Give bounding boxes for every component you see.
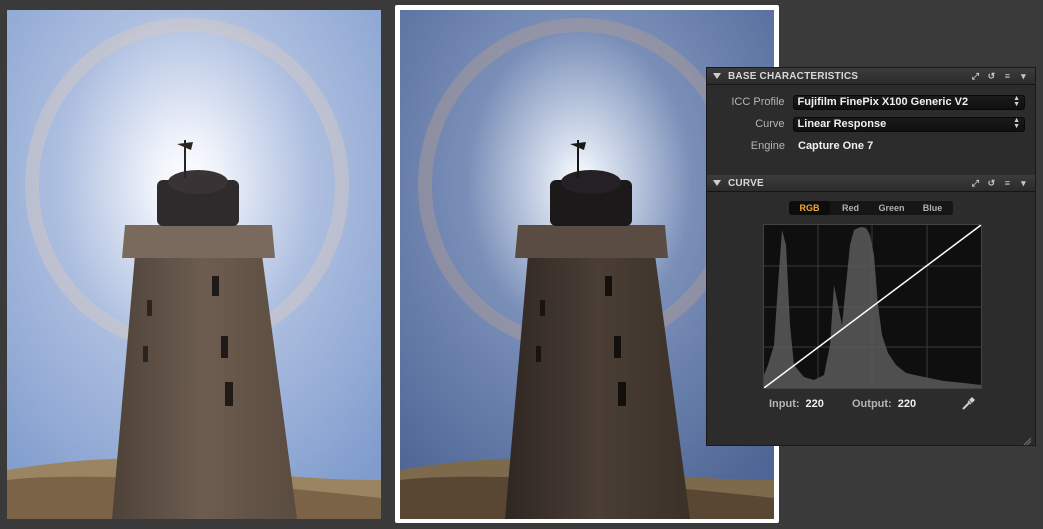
curve-header[interactable]: CURVE ⤢ ↺ ≡ ▾	[707, 175, 1035, 192]
menu-icon[interactable]: ≡	[1003, 178, 1012, 188]
base-characteristics-title: BASE CHARACTERISTICS	[728, 70, 859, 82]
reset-icon[interactable]: ↺	[987, 71, 996, 81]
tab-blue[interactable]: Blue	[912, 201, 953, 215]
tool-panel: BASE CHARACTERISTICS ⤢ ↺ ≡ ▾ ICC Profile…	[706, 67, 1036, 446]
curve-label: Curve	[755, 118, 785, 130]
collapse-triangle-icon[interactable]	[713, 73, 721, 79]
base-characteristics-body: ICC Profile Fujifilm FinePix X100 Generi…	[707, 85, 1035, 175]
reset-icon[interactable]: ↺	[987, 178, 996, 188]
collapse-triangle-icon[interactable]	[713, 180, 721, 186]
input-value: 220	[805, 398, 824, 410]
base-characteristics-header[interactable]: BASE CHARACTERISTICS ⤢ ↺ ≡ ▾	[707, 68, 1035, 85]
expand-icon[interactable]: ⤢	[971, 71, 980, 81]
curve-graph[interactable]	[763, 224, 982, 389]
channel-tabs: RGB Red Green Blue	[789, 201, 953, 215]
menu-icon[interactable]: ≡	[1003, 71, 1012, 81]
input-label: Input:	[769, 398, 800, 410]
icc-profile-label: ICC Profile	[731, 96, 785, 108]
input-readout: Input: 220	[769, 398, 824, 410]
picker-icon[interactable]	[960, 396, 976, 412]
output-readout: Output: 220	[852, 398, 916, 410]
engine-value: Capture One 7	[798, 140, 874, 152]
curve-select[interactable]: Linear Response ▲ ▼	[792, 116, 1025, 132]
icc-profile-value: Fujifilm FinePix X100 Generic V2	[797, 95, 969, 108]
preview-image-before[interactable]	[7, 10, 381, 519]
tab-rgb[interactable]: RGB	[789, 201, 830, 215]
curve-value: Linear Response	[797, 117, 887, 130]
expand-icon[interactable]: ⤢	[971, 178, 980, 188]
curve-body: RGB Red Green Blue Input: 220 Output: 22…	[707, 192, 1035, 446]
tab-red[interactable]: Red	[830, 201, 871, 215]
dropdown-icon[interactable]: ▾	[1019, 178, 1028, 188]
curve-title: CURVE	[728, 177, 764, 189]
icc-profile-select[interactable]: Fujifilm FinePix X100 Generic V2 ▲ ▼	[792, 94, 1025, 110]
dropdown-icon[interactable]: ▾	[1019, 71, 1028, 81]
select-arrows-icon: ▲ ▼	[1013, 94, 1020, 108]
output-value: 220	[897, 398, 917, 410]
select-arrows-icon: ▲ ▼	[1013, 116, 1020, 130]
output-label: Output:	[852, 398, 892, 410]
resize-grip-icon[interactable]	[1023, 433, 1032, 446]
engine-label: Engine	[750, 140, 785, 152]
tab-green[interactable]: Green	[871, 201, 912, 215]
